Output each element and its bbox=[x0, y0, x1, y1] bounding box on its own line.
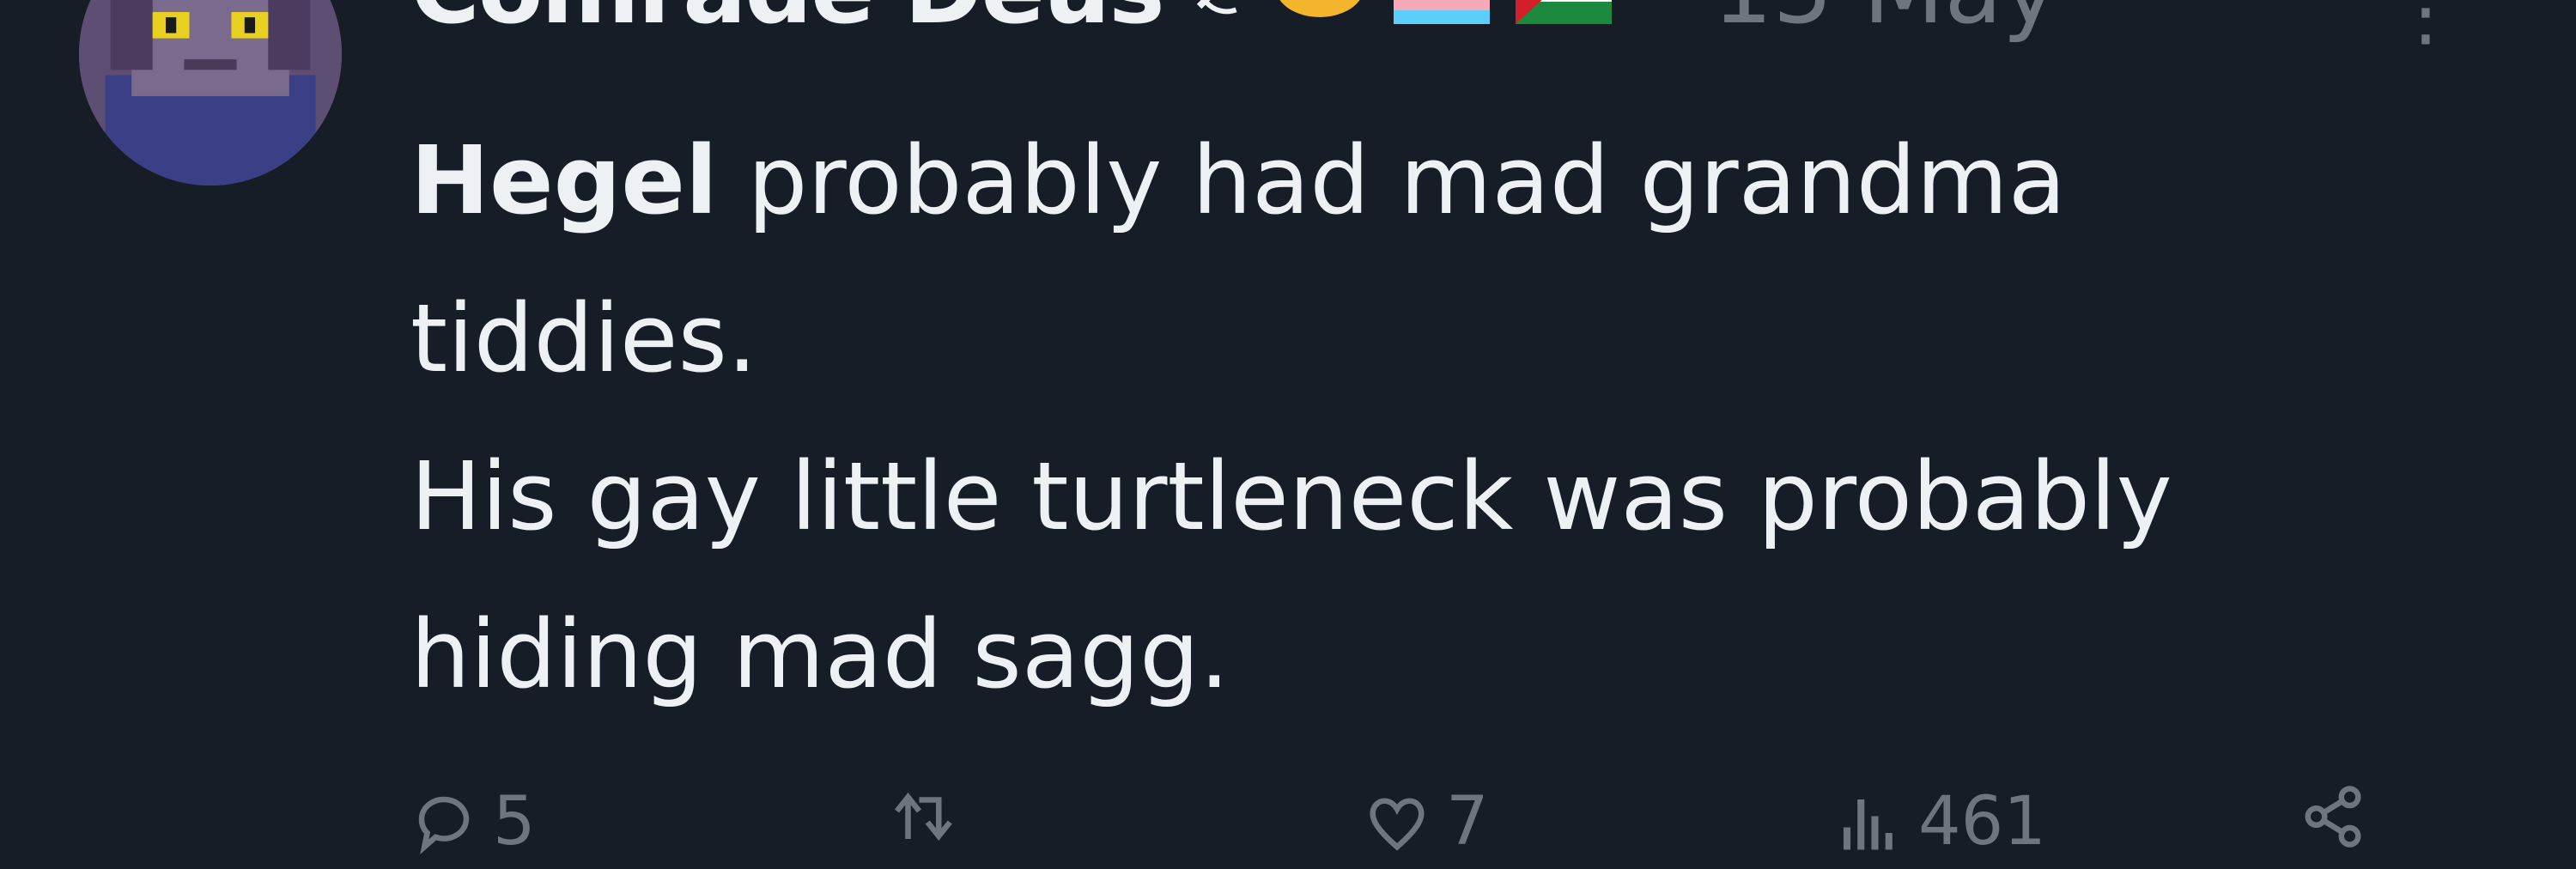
reply-icon bbox=[418, 796, 470, 854]
trans-flag-emoji bbox=[1393, 0, 1490, 24]
avatar[interactable] bbox=[79, 0, 342, 185]
palestine-flag-emoji bbox=[1515, 0, 1612, 24]
action-bar: 5 7 461 bbox=[410, 783, 2385, 869]
views-button[interactable]: 461 bbox=[1836, 783, 2046, 860]
mention-hegel[interactable]: Hegel bbox=[410, 125, 718, 235]
tweet-date[interactable]: 15 May bbox=[1713, 0, 2058, 45]
views-count: 461 bbox=[1918, 783, 2046, 860]
like-count: 7 bbox=[1446, 783, 1489, 860]
share-button[interactable] bbox=[2300, 783, 2382, 850]
author-name[interactable]: Comrade Deus bbox=[410, 0, 1165, 45]
retweet-icon bbox=[894, 793, 952, 841]
share-icon bbox=[2305, 786, 2361, 848]
like-button[interactable]: 7 bbox=[1364, 783, 1489, 860]
avatar-image bbox=[79, 0, 342, 185]
hammer-sickle-icon bbox=[1196, 0, 1237, 15]
tweet-header: Comrade Deus · 15 May bbox=[410, 0, 2058, 45]
reply-count: 5 bbox=[493, 783, 536, 860]
views-icon bbox=[1843, 799, 1893, 850]
heart-icon bbox=[1370, 798, 1425, 851]
separator-dot: · bbox=[1660, 0, 1687, 40]
handshake-emoji bbox=[1279, 0, 1360, 17]
more-options-icon[interactable]: ⋮ bbox=[2387, 0, 2464, 56]
retweet-button[interactable] bbox=[891, 783, 974, 850]
tweet-text: Hegel probably had mad grandma tiddies. … bbox=[410, 101, 2531, 733]
reply-button[interactable]: 5 bbox=[410, 783, 536, 860]
